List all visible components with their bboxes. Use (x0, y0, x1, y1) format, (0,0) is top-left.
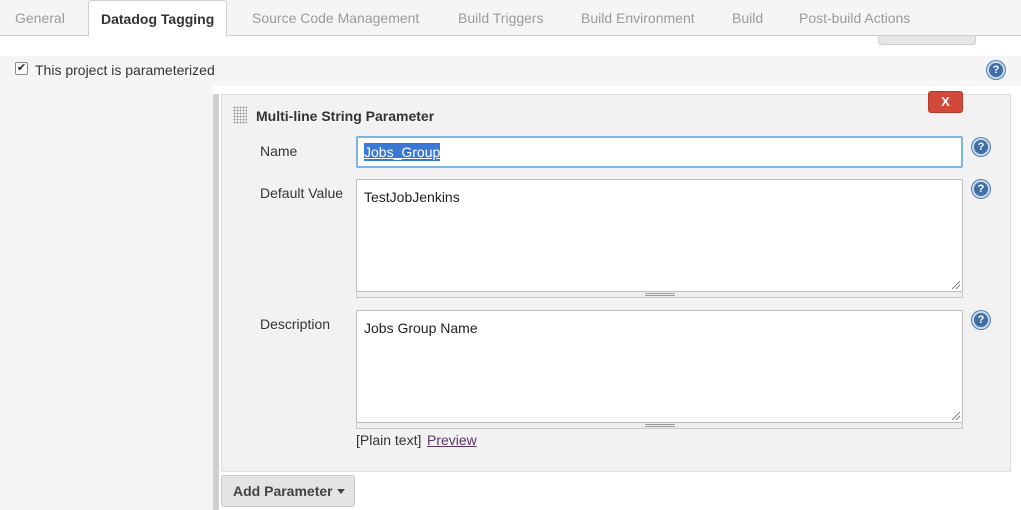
tab-general[interactable]: General (15, 0, 65, 36)
tab-post-build-actions[interactable]: Post-build Actions (799, 0, 910, 36)
description-text: Jobs Group Name (364, 320, 478, 336)
delete-parameter-button[interactable]: X (928, 91, 963, 113)
help-icon[interactable]: ? (987, 61, 1005, 79)
tab-datadog-tagging[interactable]: Datadog Tagging (88, 0, 228, 37)
resize-handle-icon[interactable] (952, 412, 960, 420)
tab-bar: General Datadog Tagging Source Code Mana… (0, 0, 1021, 37)
plain-text-label: [Plain text] (356, 432, 422, 448)
name-input-value: Jobs_Group (364, 143, 441, 161)
default-value-resize-bar[interactable] (356, 292, 963, 298)
description-help-icon[interactable]: ? (972, 311, 990, 329)
parameterized-label[interactable]: This project is parameterized (35, 62, 215, 78)
nesting-bar (213, 94, 219, 510)
default-value-textarea[interactable]: TestJobJenkins (356, 179, 963, 292)
default-value-help-icon[interactable]: ? (972, 180, 990, 198)
description-textarea[interactable]: Jobs Group Name (356, 310, 963, 423)
default-value-text: TestJobJenkins (364, 189, 460, 205)
collapsed-button-edge (878, 36, 976, 45)
name-label: Name (260, 143, 298, 159)
tab-build-environment[interactable]: Build Environment (581, 0, 695, 36)
name-input[interactable]: Jobs_Group (356, 136, 963, 168)
tab-build[interactable]: Build (732, 0, 763, 36)
parameterized-checkbox[interactable]: ✔ (15, 62, 28, 75)
add-parameter-label: Add Parameter (233, 483, 333, 499)
drag-handle-icon[interactable] (233, 106, 247, 124)
preview-link[interactable]: Preview (427, 432, 477, 448)
left-gutter (0, 86, 213, 510)
name-help-icon[interactable]: ? (972, 138, 990, 156)
resize-handle-icon[interactable] (952, 281, 960, 289)
add-parameter-button[interactable]: Add Parameter (221, 475, 355, 507)
tab-build-triggers[interactable]: Build Triggers (458, 0, 544, 36)
caret-down-icon (337, 489, 345, 494)
default-value-label: Default Value (260, 185, 344, 201)
parameter-title: Multi-line String Parameter (256, 108, 435, 124)
description-resize-bar[interactable] (356, 423, 963, 429)
description-label: Description (260, 316, 331, 332)
tab-source-code-management[interactable]: Source Code Management (252, 0, 419, 36)
